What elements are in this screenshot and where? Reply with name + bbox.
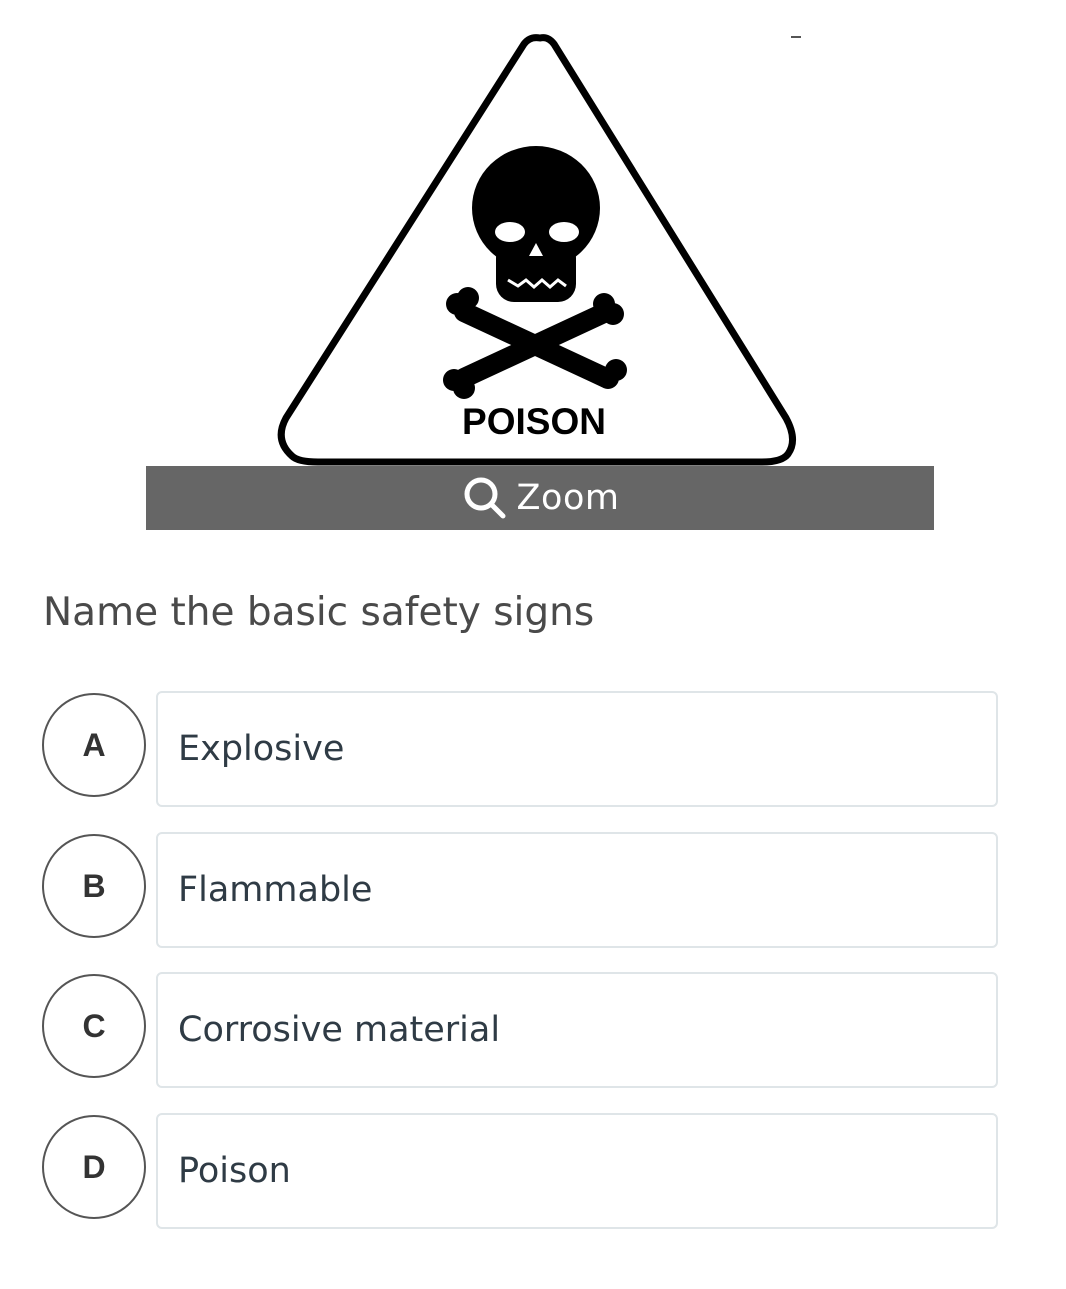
- poison-warning-sign-image: POISON: [277, 34, 801, 466]
- option-answer-box[interactable]: Explosive: [156, 691, 998, 807]
- option-letter-c[interactable]: C: [42, 974, 146, 1078]
- option-answer-box[interactable]: Poison: [156, 1113, 998, 1229]
- option-text: Poison: [178, 1151, 291, 1191]
- option-answer-box[interactable]: Corrosive material: [156, 972, 998, 1088]
- question-image: POISON Zoom: [146, 0, 934, 530]
- option-letter-d[interactable]: D: [42, 1115, 146, 1219]
- option-b[interactable]: B Flammable: [42, 832, 1002, 954]
- option-answer-box[interactable]: Flammable: [156, 832, 998, 948]
- option-letter-a[interactable]: A: [42, 693, 146, 797]
- sign-label: POISON: [462, 401, 606, 442]
- option-text: Flammable: [178, 870, 373, 910]
- option-d[interactable]: D Poison: [42, 1113, 1002, 1235]
- question-text: Name the basic safety signs: [43, 590, 595, 635]
- option-a[interactable]: A Explosive: [42, 691, 1002, 813]
- option-letter-b[interactable]: B: [42, 834, 146, 938]
- zoom-button[interactable]: Zoom: [146, 466, 934, 530]
- option-c[interactable]: C Corrosive material: [42, 972, 1002, 1094]
- option-text: Explosive: [178, 729, 345, 769]
- magnifier-icon: [464, 477, 506, 519]
- zoom-label: Zoom: [516, 478, 620, 518]
- option-text: Corrosive material: [178, 1010, 501, 1050]
